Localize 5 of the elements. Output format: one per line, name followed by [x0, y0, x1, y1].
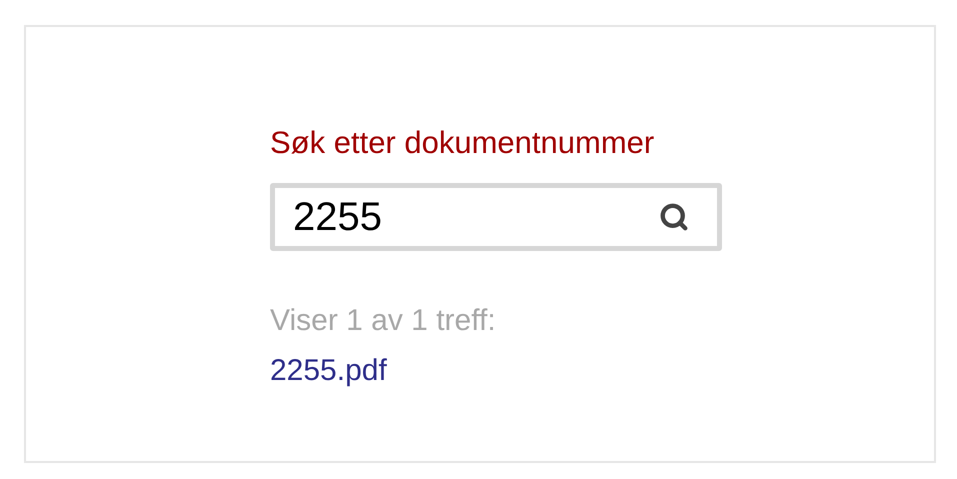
result-link[interactable]: 2255.pdf — [270, 353, 387, 389]
search-heading: Søk etter dokumentnummer — [270, 125, 654, 161]
search-icon[interactable] — [659, 202, 689, 232]
search-field[interactable]: 2255 — [270, 183, 722, 251]
result-summary: Viser 1 av 1 treff: — [270, 303, 496, 339]
